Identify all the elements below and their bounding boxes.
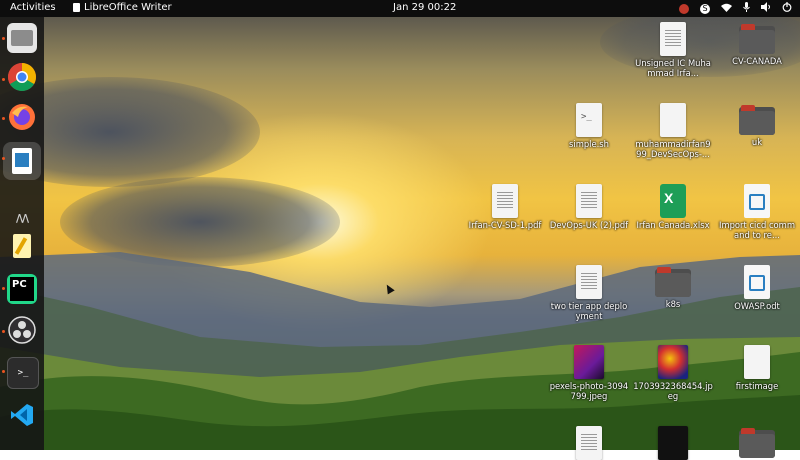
desktop-icon-label: firstimage bbox=[735, 381, 779, 391]
spreadsheet-icon: X bbox=[660, 184, 686, 218]
running-indicator bbox=[2, 37, 5, 40]
vscode-app-icon[interactable] bbox=[7, 400, 37, 430]
dock: /\/\ PC >_ bbox=[0, 17, 44, 450]
activities-button[interactable]: Activities bbox=[10, 2, 56, 13]
document-icon bbox=[660, 22, 686, 56]
record-icon[interactable] bbox=[679, 3, 689, 14]
desktop-icon-script[interactable]: >_ simple.sh bbox=[549, 103, 629, 149]
pdf-file-icon bbox=[576, 184, 602, 218]
desktop-icon-label: uk bbox=[751, 137, 763, 147]
power-icon[interactable] bbox=[782, 2, 792, 15]
running-indicator bbox=[2, 330, 5, 333]
writer-app-icon bbox=[73, 3, 80, 12]
desktop-icon-folder[interactable]: uk bbox=[717, 103, 797, 147]
desktop-icon-image[interactable]: 1703932368454.jpeg bbox=[633, 345, 713, 401]
desktop-icon-label: OWASP.odt bbox=[734, 301, 780, 311]
desktop-icon-folder[interactable]: CV-CANADA bbox=[717, 22, 797, 66]
writer-document-icon bbox=[744, 184, 770, 218]
desktop-icon-text[interactable]: firstimage bbox=[717, 345, 797, 391]
app-menu[interactable]: LibreOffice Writer bbox=[73, 2, 172, 13]
obs-app-icon[interactable] bbox=[7, 315, 37, 345]
firefox-app-icon[interactable] bbox=[7, 102, 37, 132]
desktop-icon-label: muhammadirfan999_DevSecOps-... bbox=[635, 139, 711, 159]
microphone-icon[interactable] bbox=[743, 2, 750, 15]
top-bar: Activities LibreOffice Writer Jan 29 00:… bbox=[0, 0, 800, 17]
desktop-icon-label: pexels-photo-3094799.jpeg bbox=[549, 381, 629, 401]
desktop-icon-label: Unsigned IC Muhammad Irfa... bbox=[635, 58, 711, 78]
desktop-icon-image[interactable]: pexels-photo-3094799.jpeg bbox=[549, 345, 629, 401]
desktop-icon-document[interactable]: Unsigned IC Muhammad Irfa... bbox=[633, 22, 713, 78]
desktop-icon-odt[interactable]: OWASP.odt bbox=[717, 265, 797, 311]
desktop-icon-text[interactable]: two tier app deployment bbox=[549, 265, 629, 321]
document-icon bbox=[660, 103, 686, 137]
volume-icon[interactable] bbox=[761, 2, 771, 15]
image-thumbnail bbox=[658, 345, 688, 379]
desktop-icon-partial[interactable] bbox=[633, 426, 713, 460]
pdf-file-icon bbox=[492, 184, 518, 218]
desktop-icon-partial[interactable] bbox=[717, 426, 797, 460]
text-file-icon bbox=[576, 265, 602, 299]
desktop-icon-label: k8s bbox=[665, 299, 681, 309]
desktop-icon-label: Irfan-CV-SD-1.pdf bbox=[468, 220, 542, 230]
desktop-icon-pdf[interactable]: Irfan-CV-SD-1.pdf bbox=[465, 184, 545, 230]
desktop-icon-document[interactable]: muhammadirfan999_DevSecOps-... bbox=[633, 103, 713, 159]
image-thumbnail bbox=[658, 426, 688, 460]
libreoffice-writer-app-icon[interactable] bbox=[7, 146, 37, 176]
wifi-icon[interactable] bbox=[721, 3, 732, 15]
clock[interactable]: Jan 29 00:22 bbox=[393, 2, 456, 13]
script-file-icon: >_ bbox=[576, 103, 602, 137]
document-icon bbox=[576, 426, 602, 460]
desktop-icon-partial[interactable] bbox=[549, 426, 629, 460]
app-name: LibreOffice Writer bbox=[84, 2, 172, 13]
folder-icon bbox=[739, 428, 775, 458]
desktop-icon-label: Import cicd command to re... bbox=[718, 220, 796, 240]
skype-icon[interactable]: S bbox=[700, 3, 710, 14]
desktop-icon-folder[interactable]: k8s bbox=[633, 265, 713, 309]
folder-icon bbox=[655, 267, 691, 297]
writer-document-icon bbox=[744, 265, 770, 299]
running-indicator bbox=[2, 287, 5, 290]
system-tray[interactable]: S bbox=[679, 2, 792, 15]
text-file-icon bbox=[744, 345, 770, 379]
files-app-icon[interactable] bbox=[7, 23, 37, 53]
chrome-app-icon[interactable] bbox=[7, 62, 37, 92]
image-thumbnail bbox=[574, 345, 604, 379]
folder-icon bbox=[739, 24, 775, 54]
folder-icon bbox=[739, 105, 775, 135]
desktop-icon-label: simple.sh bbox=[569, 139, 609, 149]
desktop-icon-label: Irfan Canada.xlsx bbox=[636, 220, 710, 230]
desktop-icon-spreadsheet[interactable]: X Irfan Canada.xlsx bbox=[633, 184, 713, 230]
desktop-icon-label: CV-CANADA bbox=[732, 56, 782, 66]
desktop-icon-label: 1703932368454.jpeg bbox=[633, 381, 713, 401]
desktop-icon-odt[interactable]: Import cicd command to re... bbox=[717, 184, 797, 240]
desktop-icon-pdf[interactable]: DevOps-UK (2).pdf bbox=[549, 184, 629, 230]
desktop-icon-label: two tier app deployment bbox=[550, 301, 628, 321]
desktop-icon-label: DevOps-UK (2).pdf bbox=[549, 220, 629, 230]
text-editor-app-icon[interactable] bbox=[7, 231, 37, 261]
running-indicator bbox=[2, 157, 5, 160]
terminal-app-icon[interactable]: >_ bbox=[7, 357, 39, 389]
running-indicator bbox=[2, 117, 5, 120]
terminal-logo-app-icon[interactable]: /\/\ bbox=[7, 203, 37, 233]
running-indicator bbox=[2, 370, 5, 373]
running-indicator bbox=[2, 78, 5, 81]
pycharm-app-icon[interactable]: PC bbox=[7, 274, 37, 304]
